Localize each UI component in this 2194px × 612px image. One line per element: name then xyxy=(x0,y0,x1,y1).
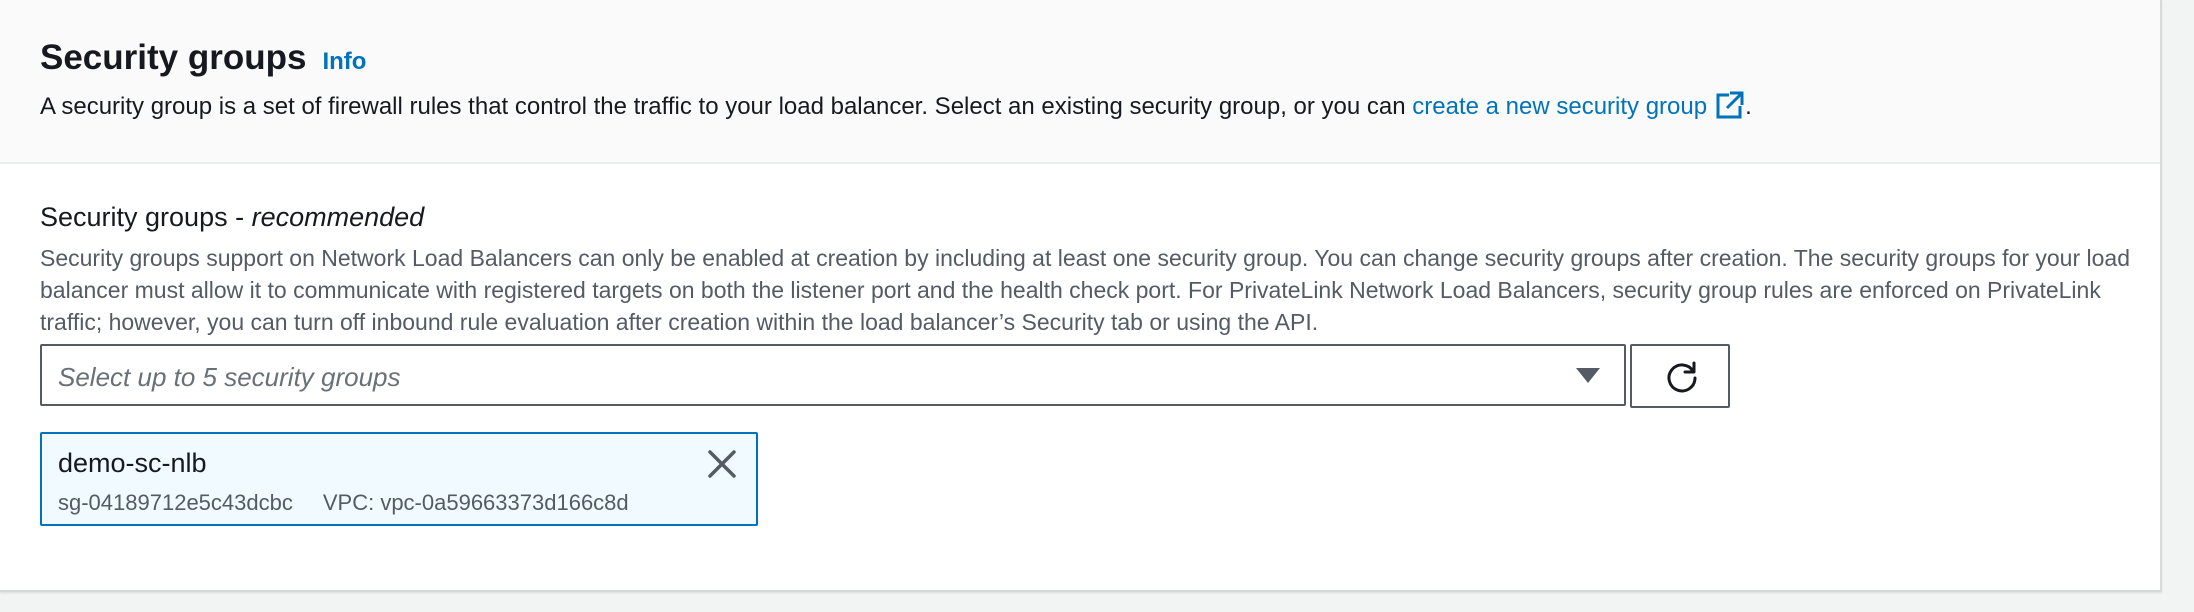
refresh-icon xyxy=(1667,361,1697,393)
external-link-icon[interactable] xyxy=(1715,90,1745,120)
page-title: Security groups xyxy=(40,38,307,77)
header-description-text: A security group is a set of firewall ru… xyxy=(40,93,1413,120)
panel-header: Security groups Info A security group is… xyxy=(0,0,2160,164)
title-row: Security groups Info xyxy=(40,38,366,78)
field-label-text: Security groups - xyxy=(40,202,252,232)
selected-security-group-token: demo-sc-nlb sg-04189712e5c43dcbc VPC: vpc… xyxy=(40,432,758,526)
field-label: Security groups - recommended xyxy=(40,202,424,233)
token-name: demo-sc-nlb xyxy=(58,448,207,478)
token-group-id: sg-04189712e5c43dcbc xyxy=(58,490,293,515)
create-security-group-link-text[interactable]: create a new security group xyxy=(1412,93,1707,120)
token-meta: sg-04189712e5c43dcbc VPC: vpc-0a59663373d… xyxy=(58,490,629,516)
create-security-group-link[interactable]: create a new security group xyxy=(1412,90,1745,120)
caret-down-icon xyxy=(1576,368,1600,383)
field-label-emphasis: recommended xyxy=(251,202,425,232)
header-description-suffix: . xyxy=(1745,93,1752,120)
security-groups-select[interactable]: Select up to 5 security groups xyxy=(40,344,1626,406)
close-icon[interactable] xyxy=(704,446,740,482)
token-vpc-id: VPC: vpc-0a59663373d166c8d xyxy=(322,490,629,515)
info-link[interactable]: Info xyxy=(322,48,366,76)
refresh-button[interactable] xyxy=(1630,344,1730,408)
field-description: Security groups support on Network Load … xyxy=(40,245,2130,335)
select-placeholder: Select up to 5 security groups xyxy=(58,362,401,392)
header-description: A security group is a set of firewall ru… xyxy=(40,90,1752,121)
security-groups-panel: Security groups Info A security group is… xyxy=(0,0,2162,592)
